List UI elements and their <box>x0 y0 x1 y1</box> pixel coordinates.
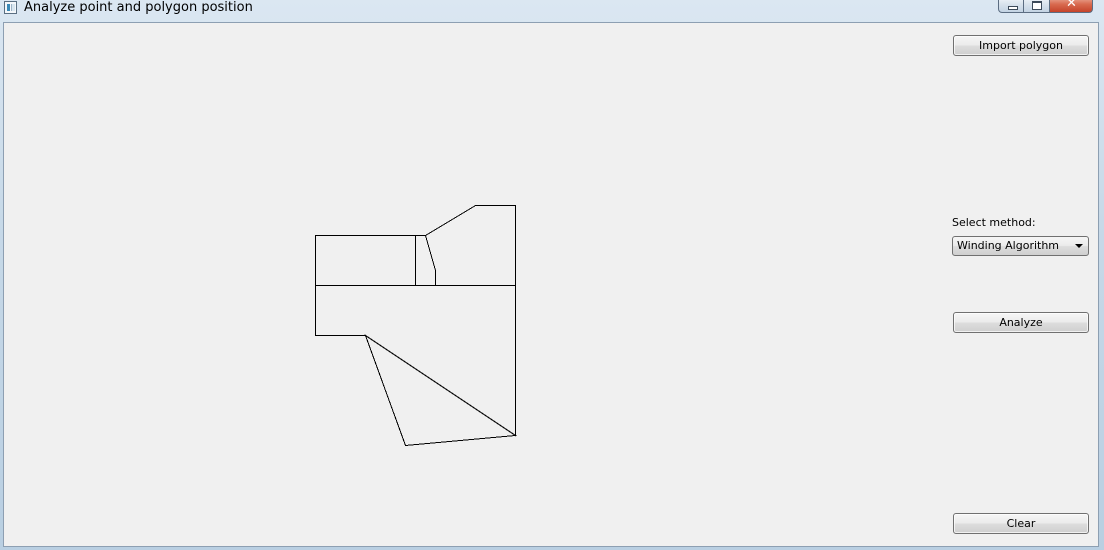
chevron-down-icon[interactable] <box>1075 244 1083 248</box>
import-polygon-button[interactable]: Import polygon <box>953 35 1089 56</box>
app-window-icon[interactable] <box>4 1 17 14</box>
minimize-icon <box>1008 6 1018 10</box>
polygon-lower-block <box>315 285 516 437</box>
polygon-trapezoid-right <box>424 205 516 286</box>
clear-button[interactable]: Clear <box>953 513 1089 534</box>
polygon-rectangle-left <box>315 235 416 286</box>
polygon-triangle <box>364 334 517 447</box>
method-select[interactable]: Winding Algorithm <box>952 236 1089 256</box>
application-window: Analyze point and polygon position ✕ Imp… <box>0 0 1104 550</box>
maximize-button[interactable] <box>1024 0 1050 13</box>
analyze-button[interactable]: Analyze <box>953 312 1089 333</box>
window-title: Analyze point and polygon position <box>24 0 253 15</box>
minimize-button[interactable] <box>998 0 1024 13</box>
window-controls: ✕ <box>998 0 1093 14</box>
select-method-label: Select method: <box>952 216 1036 229</box>
maximize-icon <box>1032 1 1042 10</box>
client-area: Import polygon Select method: Winding Al… <box>3 22 1099 547</box>
polygon-drawing <box>315 205 517 447</box>
close-button[interactable]: ✕ <box>1050 0 1093 13</box>
close-icon: ✕ <box>1066 0 1077 11</box>
drawing-canvas[interactable] <box>4 23 944 546</box>
title-bar[interactable]: Analyze point and polygon position ✕ <box>0 0 1104 18</box>
method-select-value: Winding Algorithm <box>957 239 1060 252</box>
